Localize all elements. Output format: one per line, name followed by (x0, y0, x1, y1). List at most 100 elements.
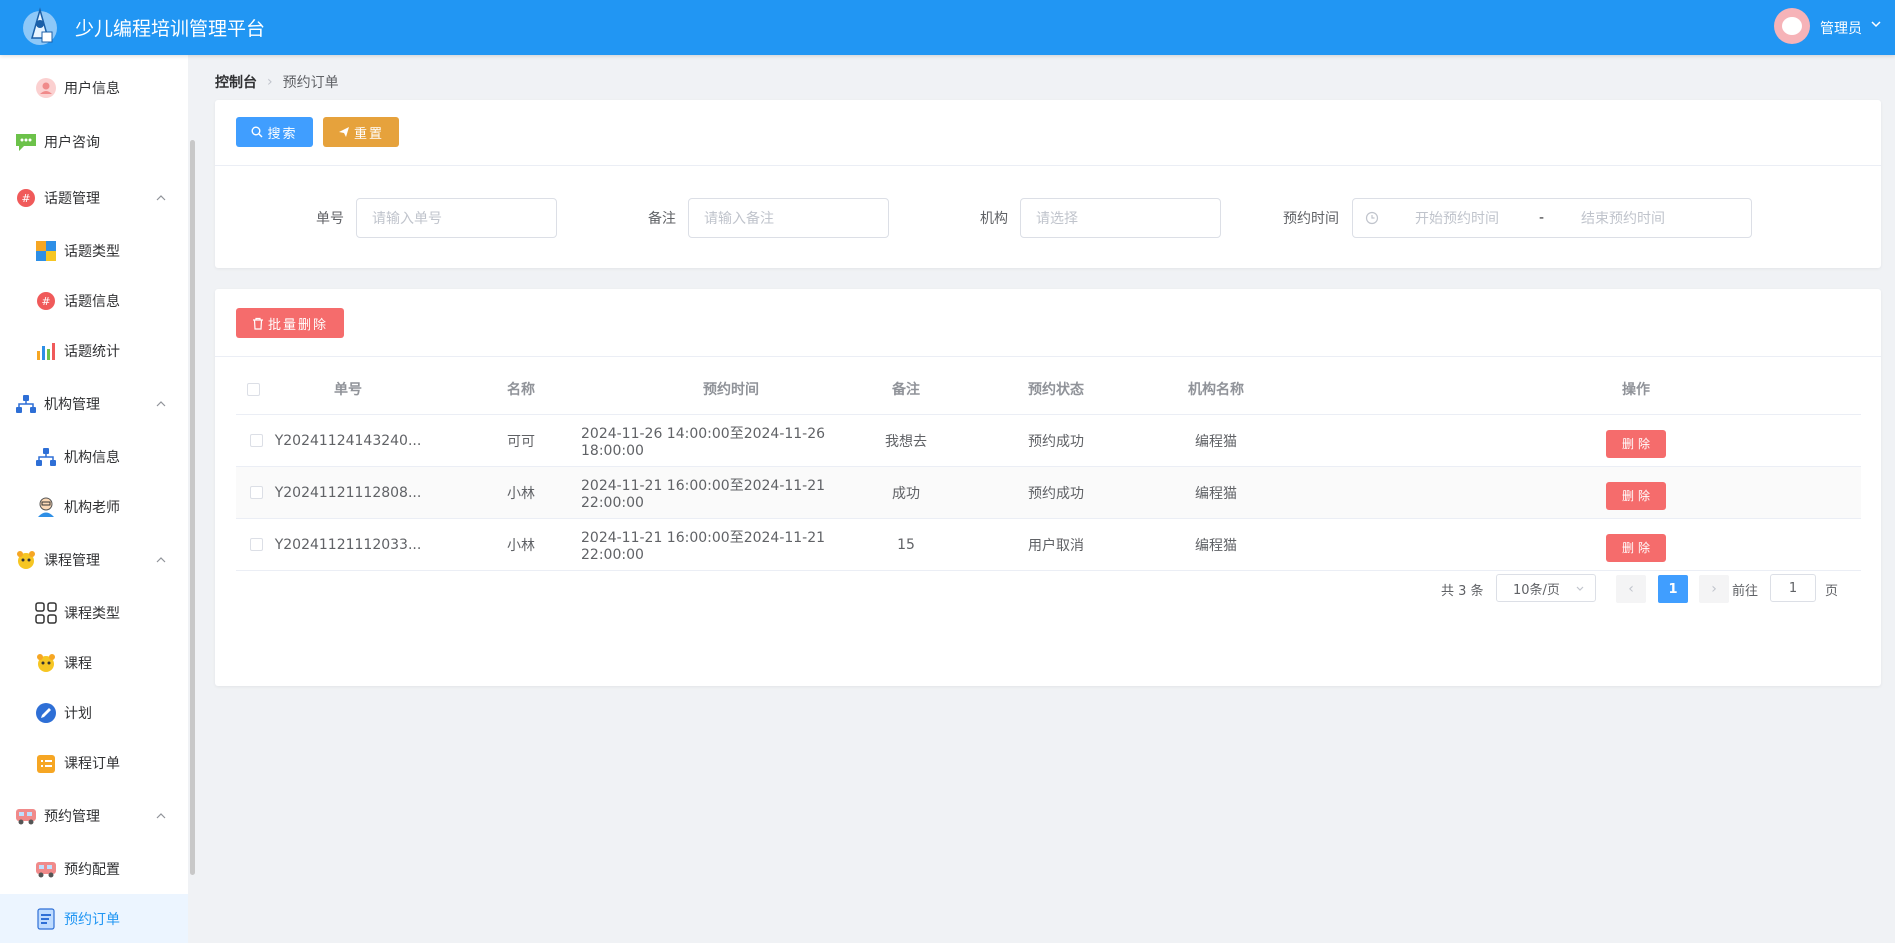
org-select[interactable]: 请选择 (1020, 198, 1221, 238)
sidebar-item-label: 机构管理 (44, 397, 100, 413)
goto-page-input[interactable]: 1 (1770, 574, 1816, 602)
sidebar-item-booking-mgmt[interactable]: 预约管理 (0, 791, 188, 841)
org-cell: 编程猫 (1195, 537, 1237, 554)
delete-button[interactable]: 删除 (1606, 533, 1666, 562)
delete-button[interactable]: 删除 (1606, 429, 1666, 458)
reset-button[interactable]: 重置 (323, 117, 399, 147)
column-header[interactable]: 预约状态 (996, 364, 1116, 414)
sidebar-item-label: 计划 (64, 706, 92, 722)
select-all-checkbox[interactable] (246, 382, 260, 396)
order-no-cell: Y20241121112808... (274, 484, 422, 501)
sidebar-item-label: 用户信息 (64, 81, 120, 97)
search-button-label: 搜索 (267, 126, 298, 142)
bus-icon (34, 857, 58, 881)
sidebar-item-booking-config[interactable]: 预约配置 (0, 844, 188, 894)
sidebar-item-course-order[interactable]: 课程订单 (0, 738, 188, 788)
sidebar-item-label: 机构信息 (64, 450, 120, 466)
batch-delete-button[interactable]: 批量删除 (236, 308, 344, 338)
sidebar-item-label: 机构老师 (64, 500, 120, 516)
sidebar-item-plan[interactable]: 计划 (0, 688, 188, 738)
avatar[interactable] (1774, 8, 1810, 44)
remark-cell: 我想去 (885, 433, 927, 450)
chevron-down-icon (1576, 586, 1584, 591)
sidebar-item-user-info[interactable]: 用户信息 (0, 63, 188, 113)
order-no-cell: Y20241121112033... (274, 536, 422, 553)
org-label: 机构 (980, 211, 1008, 227)
chevron-up-icon (156, 557, 166, 563)
org-icon (34, 445, 58, 469)
row-checkbox[interactable] (249, 486, 263, 499)
sidebar-item-label: 预约订单 (64, 912, 120, 928)
clock-icon (1365, 211, 1379, 225)
order-icon (34, 751, 58, 775)
avatar-face-icon (1782, 17, 1802, 35)
goto-suffix: 页 (1825, 583, 1839, 599)
order-no-input[interactable]: 请输入单号 (356, 198, 557, 238)
column-header[interactable]: 单号 (276, 364, 420, 414)
time-cell: 2024-11-21 16:00:00至2024-11-21 22:00:00 (581, 477, 826, 511)
sidebar-item-course[interactable]: 课程 (0, 638, 188, 688)
column-header[interactable]: 预约时间 (581, 364, 881, 414)
user-menu-label[interactable]: 管理员 (1820, 18, 1862, 38)
sidebar: 用户信息 用户咨询 # 话题管理 话题类型 # 话题信息 话题统计 机构管理 机… (0, 55, 188, 943)
status-cell: 用户取消 (1028, 537, 1084, 554)
sidebar-item-topic-info[interactable]: # 话题信息 (0, 276, 188, 326)
range-separator: - (1539, 210, 1545, 226)
sidebar-item-org-info[interactable]: 机构信息 (0, 432, 188, 482)
column-header[interactable]: 备注 (856, 364, 956, 414)
sidebar-item-org-mgmt[interactable]: 机构管理 (0, 379, 188, 429)
page-size-value: 10条/页 (1513, 582, 1560, 598)
booking-time-range[interactable]: 开始预约时间 - 结束预约时间 (1352, 198, 1752, 238)
sidebar-item-course-mgmt[interactable]: 课程管理 (0, 535, 188, 585)
page-number-button[interactable]: 1 (1658, 575, 1688, 603)
search-button[interactable]: 搜索 (236, 117, 313, 147)
column-header[interactable]: 名称 (481, 364, 561, 414)
sidebar-item-topic-type[interactable]: 话题类型 (0, 226, 188, 276)
table-panel: 批量删除 单号 名称 预约时间 备注 预约状态 机构名称 操作 Y2024112… (215, 289, 1881, 686)
breadcrumb-home[interactable]: 控制台 (215, 72, 257, 92)
chevron-up-icon (156, 813, 166, 819)
hashtag-icon: # (14, 186, 38, 210)
order-no-cell: Y20241124143240... (274, 432, 422, 449)
sidebar-item-label: 预约配置 (64, 862, 120, 878)
prev-page-button[interactable]: ‹ (1616, 575, 1646, 603)
sidebar-item-user-consult[interactable]: 用户咨询 (0, 117, 188, 167)
breadcrumb-separator-icon: › (267, 74, 273, 90)
sidebar-item-topic-stats[interactable]: 话题统计 (0, 326, 188, 376)
chevron-down-icon[interactable] (1870, 18, 1882, 30)
delete-button[interactable]: 删除 (1606, 481, 1666, 510)
status-cell: 预约成功 (1028, 485, 1084, 502)
sidebar-item-org-teacher[interactable]: 机构老师 (0, 482, 188, 532)
name-cell: 小林 (507, 485, 535, 502)
divider (215, 165, 1881, 166)
column-header[interactable]: 操作 (1596, 364, 1676, 414)
end-time-input[interactable]: 结束预约时间 (1581, 208, 1665, 228)
mascot-icon (34, 651, 58, 675)
breadcrumb: 控制台 › 预约订单 (215, 72, 339, 92)
time-cell: 2024-11-26 14:00:00至2024-11-26 18:00:00 (581, 425, 826, 459)
sidebar-item-label: 课程 (64, 656, 92, 672)
reset-button-label: 重置 (353, 126, 384, 142)
row-checkbox[interactable] (249, 538, 263, 551)
column-header[interactable]: 机构名称 (1156, 364, 1276, 414)
sidebar-item-label: 话题统计 (64, 344, 120, 360)
name-cell: 可可 (507, 433, 535, 450)
search-icon (251, 126, 263, 138)
next-page-button[interactable]: › (1699, 575, 1729, 603)
remark-label: 备注 (648, 211, 676, 227)
chevron-up-icon (156, 401, 166, 407)
start-time-input[interactable]: 开始预约时间 (1415, 208, 1499, 228)
sidebar-item-course-type[interactable]: 课程类型 (0, 588, 188, 638)
row-checkbox[interactable] (249, 434, 263, 447)
sidebar-item-topic-mgmt[interactable]: # 话题管理 (0, 173, 188, 223)
remark-cell: 成功 (892, 485, 920, 502)
send-icon (338, 127, 349, 137)
table-row: Y20241121112808... 小林 2024-11-21 16:00:0… (236, 467, 1861, 519)
sidebar-item-booking-order[interactable]: 预约订单 (0, 894, 188, 943)
document-icon (34, 907, 58, 931)
org-icon (14, 392, 38, 416)
page-size-select[interactable]: 10条/页 (1496, 574, 1596, 602)
sidebar-item-label: 用户咨询 (44, 135, 100, 151)
remark-input[interactable]: 请输入备注 (688, 198, 889, 238)
chevron-up-icon (156, 195, 166, 201)
